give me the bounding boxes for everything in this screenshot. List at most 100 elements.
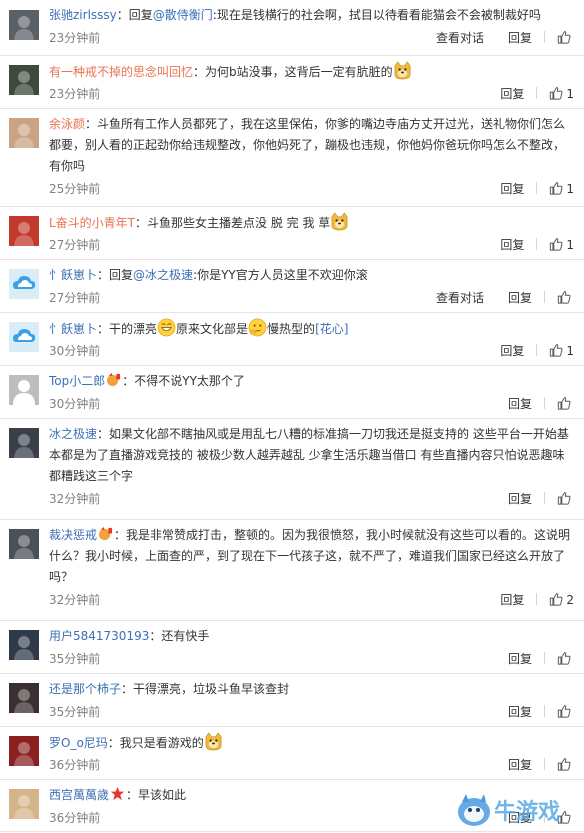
username-link[interactable]: Top小二郎	[49, 374, 105, 388]
divider	[544, 291, 545, 303]
comment-text: ：为何b站没事，这背后一定有肮脏的	[193, 65, 393, 79]
comment-text: ：早该如此	[126, 788, 187, 802]
comment-body: 还是那个柿子：干得漂亮，垃圾斗鱼早该查封	[49, 679, 574, 700]
username-link[interactable]: 冰之极速	[49, 427, 97, 441]
username-link[interactable]: 西宫萬萬歲	[49, 788, 109, 802]
username-link[interactable]: 忄飫崽卜	[49, 322, 97, 336]
comment-text: ：我只是看游戏的	[107, 736, 204, 750]
avatar[interactable]	[9, 10, 39, 40]
like-button[interactable]: 1	[549, 179, 574, 199]
like-button[interactable]	[557, 489, 574, 509]
comment-text: ：不得不说YY太那个了	[122, 374, 245, 388]
mention-link[interactable]: @散侍衡门	[153, 8, 213, 22]
username-link[interactable]: 罗O_o尼玛	[49, 736, 108, 750]
like-button[interactable]	[557, 28, 574, 48]
thumbs-up-icon	[549, 84, 563, 104]
comment-meta: 30分钟前 回复 1	[49, 341, 574, 361]
avatar[interactable]	[9, 683, 39, 713]
like-button[interactable]	[557, 702, 574, 722]
avatar[interactable]	[9, 269, 39, 299]
doge-emoji-icon	[330, 212, 349, 231]
comment-actions: 回复 1	[500, 341, 574, 361]
view-conversation-link[interactable]: 查看对话	[436, 28, 484, 48]
thumbs-up-icon	[549, 590, 563, 610]
reply-link[interactable]: 回复	[500, 179, 524, 199]
comment-text: ：干得漂亮，垃圾斗鱼早该查封	[121, 682, 290, 696]
avatar[interactable]	[9, 375, 39, 405]
thumbs-up-icon	[557, 28, 571, 48]
reply-link[interactable]: 回复	[500, 235, 524, 255]
comment-actions: 回复	[508, 394, 574, 414]
comment-body: 忄飫崽卜：干的漂亮 原来文化部是 慢热型的[花心]	[49, 318, 574, 340]
username-link[interactable]: 用户5841730193	[49, 629, 149, 643]
like-button[interactable]: 1	[549, 84, 574, 104]
comment-body: L奋斗的小青年T：斗鱼那些女主播差点没 脱 完 我 草	[49, 212, 574, 234]
reply-link[interactable]: 回复	[508, 702, 532, 722]
comment-actions: 回复	[508, 649, 574, 669]
comment-actions: 回复 1	[500, 84, 574, 104]
like-button[interactable]: 1	[549, 235, 574, 255]
watermark-text: 牛游戏	[494, 799, 560, 825]
avatar[interactable]	[9, 529, 39, 559]
comment-item: 余泳颜：斗鱼所有工作人员都死了，我在这里保佑，你爹的嘴边寺庙方丈开过光，送礼物你…	[0, 109, 584, 207]
comment-item: 有一种戒不掉的思念叫回忆：为何b站没事，这背后一定有肮脏的 23分钟前 回复 1	[0, 56, 584, 109]
comment-actions: 回复	[508, 702, 574, 722]
comment-meta: 23分钟前 回复 1	[49, 84, 574, 104]
reply-link[interactable]: 回复	[508, 489, 532, 509]
like-button[interactable]	[557, 394, 574, 414]
avatar[interactable]	[9, 789, 39, 819]
mention-link[interactable]: @冰之极速	[133, 268, 193, 282]
reply-link[interactable]: 回复	[500, 84, 524, 104]
reply-link[interactable]: 回复	[508, 755, 532, 775]
username-link[interactable]: 余泳颜	[49, 117, 85, 131]
like-button[interactable]: 2	[549, 590, 574, 610]
username-link[interactable]: 裁决惩戒	[49, 528, 97, 542]
reply-link[interactable]: 回复	[508, 649, 532, 669]
comment-body: 冰之极速：如果文化部不瞎抽风或是用乱七八糟的标准搞一刀切我还是挺支持的 这些平台…	[49, 424, 574, 487]
username-link[interactable]: L奋斗的小青年T	[49, 216, 135, 230]
reply-link[interactable]: 回复	[508, 288, 532, 308]
comment-item: 裁决惩戒 ：我是非常赞成打击，整顿的。因为我很愤怒，我小时候就没有这些可以看的。这…	[0, 520, 584, 621]
timestamp: 23分钟前	[49, 31, 101, 45]
like-button[interactable]	[557, 649, 574, 669]
comment-actions: 回复	[508, 489, 574, 509]
like-count: 1	[566, 182, 574, 196]
comment-actions: 回复 1	[500, 235, 574, 255]
reply-link[interactable]: 回复	[500, 590, 524, 610]
like-button[interactable]: 1	[549, 341, 574, 361]
comment-meta: 30分钟前 回复	[49, 394, 574, 414]
view-conversation-link[interactable]: 查看对话	[436, 288, 484, 308]
comment-item: 忄飫崽卜：干的漂亮 原来文化部是 慢热型的[花心] 30分钟前 回复 1	[0, 313, 584, 366]
reply-link[interactable]: 回复	[508, 28, 532, 48]
comment-actions: 查看对话 回复	[436, 28, 574, 48]
doge-emoji-icon	[204, 732, 223, 751]
avatar[interactable]	[9, 736, 39, 766]
timestamp: 23分钟前	[49, 87, 101, 101]
doge-emoji-icon	[393, 61, 412, 80]
like-button[interactable]	[557, 755, 574, 775]
comment-item: 用户5841730193：还有快手 35分钟前 回复	[0, 621, 584, 674]
like-button[interactable]	[557, 288, 574, 308]
avatar[interactable]	[9, 428, 39, 458]
thumbs-up-icon	[557, 649, 571, 669]
avatar[interactable]	[9, 630, 39, 660]
avatar[interactable]	[9, 216, 39, 246]
avatar[interactable]	[9, 65, 39, 95]
like-count: 1	[566, 238, 574, 252]
reply-link[interactable]: 回复	[500, 341, 524, 361]
avatar[interactable]	[9, 118, 39, 148]
username-link[interactable]: 张驰zirlsssy	[49, 8, 117, 22]
username-link[interactable]: 还是那个柿子	[49, 682, 121, 696]
avatar[interactable]	[9, 322, 39, 352]
thumbs-up-icon	[557, 394, 571, 414]
cartoon-mascot-icon: 牛游戏	[458, 794, 560, 826]
star-badge-icon	[110, 786, 125, 801]
comment-text: :你是YY官方人员这里不欢迎你滚	[193, 268, 368, 282]
comment-meta: 27分钟前 回复 1	[49, 235, 574, 255]
divider	[536, 87, 538, 99]
username-link[interactable]: 忄飫崽卜	[49, 268, 97, 282]
reply-link[interactable]: 回复	[508, 394, 532, 414]
username-link[interactable]: 有一种戒不掉的思念叫回忆	[49, 65, 193, 79]
divider	[544, 758, 545, 770]
timestamp: 27分钟前	[49, 291, 101, 305]
